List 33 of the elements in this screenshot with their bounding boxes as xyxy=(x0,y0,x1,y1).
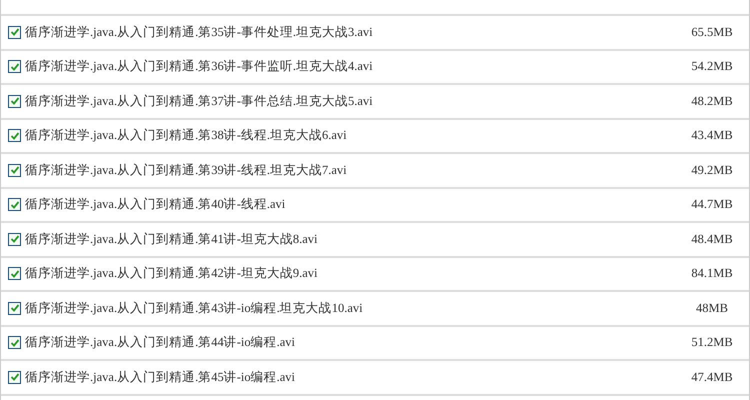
checkbox[interactable] xyxy=(8,60,21,74)
checkbox[interactable] xyxy=(8,302,21,315)
checkbox[interactable] xyxy=(8,336,21,350)
file-size: 65.5MB xyxy=(690,24,734,40)
checkbox[interactable] xyxy=(8,198,21,212)
checkbox[interactable] xyxy=(8,370,21,384)
file-name: 循序渐进学.java.从入门到精通.第40讲-线程.avi xyxy=(25,196,286,214)
checkbox[interactable] xyxy=(8,129,21,142)
file-size: 48MB xyxy=(695,300,729,316)
file-name: 循序渐进学.java.从入门到精通.第43讲-io编程.坦克大战10.avi xyxy=(25,300,363,317)
checkbox[interactable] xyxy=(8,232,21,246)
file-name: 循序渐进学.java.从入门到精通.第35讲-事件处理.坦克大战3.avi xyxy=(25,24,373,41)
file-name: 循序渐进学.java.从入门到精通.第36讲-事件监听.坦克大战4.avi xyxy=(25,58,373,76)
checkbox[interactable] xyxy=(8,94,21,108)
file-size: 48.4MB xyxy=(690,232,734,247)
file-name: 循序渐进学.java.从入门到精通.第42讲-坦克大战9.avi xyxy=(25,265,318,282)
file-size: 47.4MB xyxy=(690,370,734,385)
file-size: 48.2MB xyxy=(690,94,734,109)
file-name: 循序渐进学.java.从入门到精通.第37讲-事件总结.坦克大战5.avi xyxy=(25,92,373,110)
checkbox[interactable] xyxy=(8,267,21,280)
file-size: 44.7MB xyxy=(690,197,734,212)
file-size: 43.4MB xyxy=(690,128,734,144)
file-name: 循序渐进学.java.从入门到精通.第39讲-线程.坦克大战7.avi xyxy=(25,162,347,179)
checkbox[interactable] xyxy=(8,164,21,177)
file-name: 循序渐进学.java.从入门到精通.第44讲-io编程.avi xyxy=(25,334,295,352)
file-size: 54.2MB xyxy=(690,59,734,74)
file-name: 循序渐进学.java.从入门到精通.第45讲-io编程.avi xyxy=(25,368,295,386)
file-name: 循序渐进学.java.从入门到精通.第38讲-线程.坦克大战6.avi xyxy=(25,127,347,144)
file-size: 51.2MB xyxy=(690,335,734,350)
file-name: 循序渐进学.java.从入门到精通.第41讲-坦克大战8.avi xyxy=(25,230,318,248)
file-size: 49.2MB xyxy=(690,162,734,178)
file-size: 84.1MB xyxy=(690,266,734,282)
checkbox[interactable] xyxy=(8,26,21,39)
